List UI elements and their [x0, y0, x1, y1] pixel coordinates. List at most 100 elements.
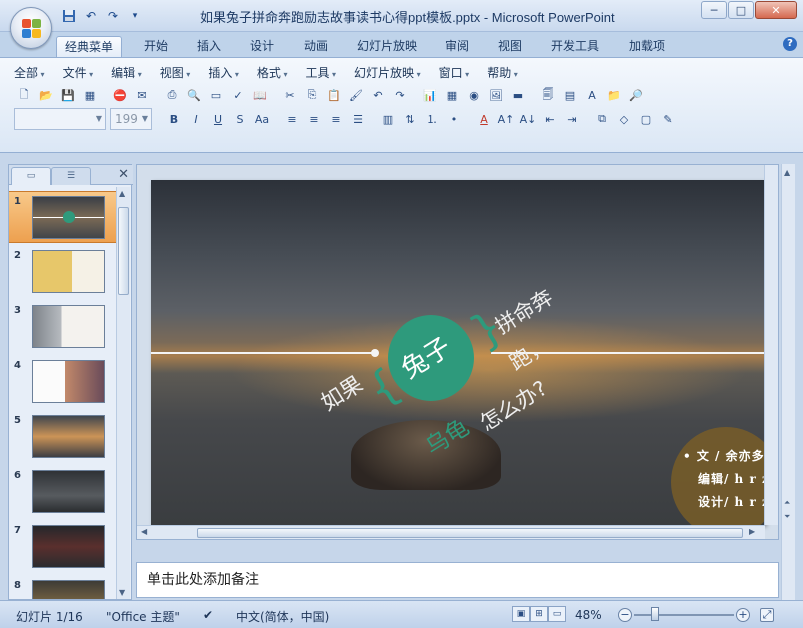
- slide-icon[interactable]: ▭: [206, 85, 226, 105]
- align-left-icon[interactable]: ≡: [282, 109, 302, 129]
- fit-to-window-icon[interactable]: ⤢: [760, 608, 774, 622]
- customize-icon[interactable]: ▾: [126, 7, 144, 25]
- language-indicator[interactable]: 中文(简体，中国): [236, 608, 329, 625]
- thumbnail-scrollbar[interactable]: ▲ ▼: [116, 187, 130, 599]
- zoom-slider[interactable]: [634, 614, 734, 616]
- thumbnail-3[interactable]: 3: [9, 301, 117, 353]
- hscroll-thumb[interactable]: [197, 528, 743, 538]
- scrollbar-thumb[interactable]: [118, 207, 129, 295]
- menu-tools[interactable]: 工具: [305, 64, 336, 82]
- align-right-icon[interactable]: ≡: [326, 109, 346, 129]
- zoom-in-icon[interactable]: +: [736, 608, 750, 622]
- redo-icon[interactable]: ↷: [104, 7, 122, 25]
- table-icon[interactable]: ▦: [442, 85, 462, 105]
- print-preview-icon[interactable]: 🔍: [184, 85, 204, 105]
- shape-outline-icon[interactable]: ✎: [658, 109, 678, 129]
- menu-file[interactable]: 文件: [63, 64, 94, 82]
- text-direction-icon[interactable]: ⇅: [400, 109, 420, 129]
- redo-icon[interactable]: ↷: [390, 85, 410, 105]
- prev-slide-icon[interactable]: ⏶: [784, 498, 790, 508]
- spelling-icon[interactable]: ✓: [228, 85, 248, 105]
- shrink-font-icon[interactable]: A↓: [518, 109, 538, 129]
- tab-review[interactable]: 审阅: [437, 36, 477, 57]
- close-button[interactable]: ✕: [755, 1, 797, 19]
- font-color-icon[interactable]: A: [474, 109, 494, 129]
- save-icon[interactable]: 💾: [58, 85, 78, 105]
- increase-indent-icon[interactable]: ⇥: [562, 109, 582, 129]
- thumbnail-1[interactable]: 1: [9, 191, 117, 243]
- tab-addins[interactable]: 加载项: [621, 36, 673, 57]
- zoom-out-icon[interactable]: −: [618, 608, 632, 622]
- tab-animation[interactable]: 动画: [296, 36, 336, 57]
- menu-all[interactable]: 全部: [14, 64, 45, 82]
- print-icon[interactable]: ⎙: [162, 85, 182, 105]
- tab-outline[interactable]: ☰: [51, 167, 91, 185]
- undo-icon[interactable]: ↶: [82, 7, 100, 25]
- tab-slides[interactable]: ▭: [11, 167, 51, 185]
- decrease-indent-icon[interactable]: ⇤: [540, 109, 560, 129]
- scroll-left-icon[interactable]: ◀: [141, 527, 147, 536]
- open-icon[interactable]: 📂: [36, 85, 56, 105]
- undo-icon[interactable]: ↶: [368, 85, 388, 105]
- normal-view-button[interactable]: ▣: [512, 606, 530, 622]
- email-icon[interactable]: ✉: [132, 85, 152, 105]
- picture-icon[interactable]: 🖼: [486, 85, 506, 105]
- tab-home[interactable]: 开始: [136, 36, 176, 57]
- tab-developer[interactable]: 开发工具: [543, 36, 607, 57]
- thumbnail-2[interactable]: 2: [9, 246, 117, 298]
- office-button[interactable]: [10, 7, 52, 49]
- bullets-icon[interactable]: •: [444, 109, 464, 129]
- new-slide-icon[interactable]: 🗐: [538, 85, 558, 105]
- spell-check-icon[interactable]: ✔: [203, 608, 213, 622]
- research-icon[interactable]: 📖: [250, 85, 270, 105]
- tab-insert[interactable]: 插入: [189, 36, 229, 57]
- change-case-icon[interactable]: Aa: [252, 109, 272, 129]
- shadow-icon[interactable]: S: [230, 109, 250, 129]
- tab-design[interactable]: 设计: [242, 36, 282, 57]
- scroll-right-icon[interactable]: ▶: [749, 527, 755, 536]
- shapes-icon[interactable]: ◇: [614, 109, 634, 129]
- shape-fill-icon[interactable]: ▢: [636, 109, 656, 129]
- grow-font-icon[interactable]: A↑: [496, 109, 516, 129]
- font-size-combo[interactable]: 199 ▼: [110, 108, 152, 130]
- format-painter-icon[interactable]: 🖌: [346, 85, 366, 105]
- tab-classic-menu[interactable]: 经典菜单: [56, 36, 123, 57]
- layout-icon[interactable]: ▤: [560, 85, 580, 105]
- chart-icon[interactable]: 📊: [420, 85, 440, 105]
- cut-icon[interactable]: ✂: [280, 85, 300, 105]
- align-center-icon[interactable]: ≡: [304, 109, 324, 129]
- italic-icon[interactable]: I: [186, 109, 206, 129]
- menu-view[interactable]: 视图: [160, 64, 191, 82]
- scroll-up-icon[interactable]: ▲: [784, 168, 790, 177]
- clipart-icon[interactable]: ◉: [464, 85, 484, 105]
- menu-insert[interactable]: 插入: [208, 64, 239, 82]
- tab-view[interactable]: 视图: [490, 36, 530, 57]
- thumbnail-4[interactable]: 4: [9, 356, 117, 408]
- slide-hscrollbar[interactable]: ◀ ▶: [137, 525, 765, 539]
- thumbnail-5[interactable]: 5: [9, 411, 117, 463]
- save-icon[interactable]: [60, 7, 78, 25]
- text-box-icon[interactable]: A: [582, 85, 602, 105]
- right-scrollbar[interactable]: ▲ ⏶ ⏷: [781, 164, 795, 600]
- menu-slideshow[interactable]: 幻灯片放映: [354, 64, 421, 82]
- notes-pane[interactable]: 单击此处添加备注: [136, 562, 779, 598]
- save-as-icon[interactable]: ▦: [80, 85, 100, 105]
- tab-slideshow[interactable]: 幻灯片放映: [349, 36, 425, 57]
- menu-help[interactable]: 帮助: [487, 64, 518, 82]
- permission-icon[interactable]: ⛔: [110, 85, 130, 105]
- next-slide-icon[interactable]: ⏷: [784, 512, 790, 522]
- minimize-button[interactable]: ─: [701, 1, 727, 19]
- scroll-down-icon[interactable]: ▼: [119, 588, 125, 597]
- slide-canvas[interactable]: 如果 { 兔子 } 拼命奔 跑， 乌龟 怎么办? • 文 / 余亦多 编辑/ h…: [151, 180, 765, 525]
- slideshow-button[interactable]: ▭: [548, 606, 566, 622]
- menu-format[interactable]: 格式: [257, 64, 288, 82]
- thumbnail-7[interactable]: 7: [9, 521, 117, 573]
- fill-color-icon[interactable]: ▬: [508, 85, 528, 105]
- numbering-icon[interactable]: ⒈: [422, 109, 442, 129]
- thumbnail-6[interactable]: 6: [9, 466, 117, 518]
- menu-edit[interactable]: 编辑: [111, 64, 142, 82]
- zoom-slider-handle[interactable]: [651, 607, 659, 621]
- copy-icon[interactable]: ⎘: [302, 85, 322, 105]
- help-icon[interactable]: ?: [783, 37, 797, 51]
- find-icon[interactable]: 🔎: [626, 85, 646, 105]
